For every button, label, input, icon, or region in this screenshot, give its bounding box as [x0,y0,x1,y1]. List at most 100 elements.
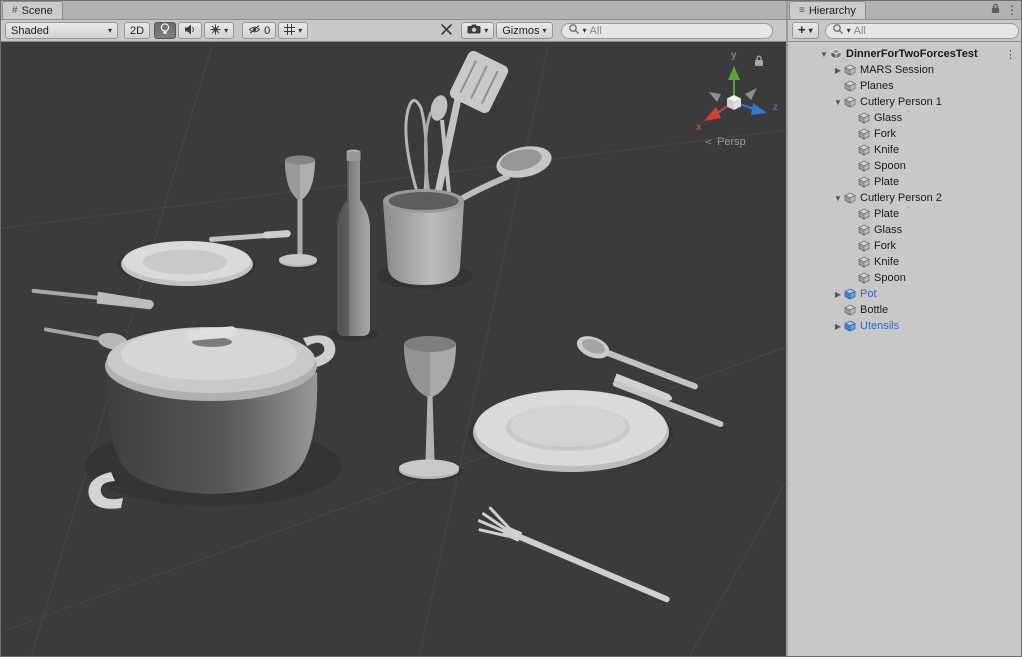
gameobject-cube-icon [844,80,857,92]
gameobject-cube-icon [844,96,857,108]
hierarchy-search-input[interactable] [854,25,1012,37]
2d-label: 2D [130,25,144,37]
hidden-count: 0 [264,25,270,37]
scene-audio-toggle[interactable] [178,22,202,39]
search-filter-arrow-icon: ▾ [847,27,851,35]
gizmos-label: Gizmos [502,25,539,37]
unity-editor-window: # Scene Shaded ▾ 2D ▾ [0,0,1022,657]
eye-hidden-icon [248,24,261,38]
search-filter-arrow-icon: ▾ [583,27,587,35]
hierarchy-item-label: Pot [860,288,877,300]
hierarchy-item-label: Planes [860,80,894,92]
hierarchy-item-label: MARS Session [860,64,934,76]
editor-tools-button[interactable] [434,22,459,39]
draw-mode-dropdown[interactable]: Shaded ▾ [5,22,118,39]
hierarchy-row[interactable]: ▼ DinnerForTwoForcesTest ⋮ [788,46,1022,62]
hierarchy-row[interactable]: ▼Cutlery Person 2 [788,190,1022,206]
grid-visibility-dropdown[interactable]: ▾ [278,22,308,39]
hierarchy-row[interactable]: Spoon [788,270,1022,286]
foldout-expanded-icon[interactable]: ▼ [818,50,830,59]
hierarchy-panel: ≡ Hierarchy ⋮ + ▾ ▾ ▼ DinnerForTwoForcesT… [786,1,1022,657]
hierarchy-row[interactable]: Fork [788,238,1022,254]
hierarchy-item-label: Knife [874,256,899,268]
foldout-collapsed-icon[interactable]: ▶ [832,66,844,75]
hierarchy-row[interactable]: ▶ MARS Session [788,62,1022,78]
gizmos-dropdown[interactable]: Gizmos ▾ [496,22,552,39]
hierarchy-item-label: Plate [874,208,899,220]
gameobject-cube-icon [858,144,871,156]
chevron-down-icon: ▾ [108,27,112,35]
scene-tabbar: # Scene [1,1,786,20]
scene-cube-icon [830,48,843,60]
hierarchy-item-label: Plate [874,176,899,188]
gameobject-cube-icon [858,208,871,220]
hierarchy-row[interactable]: Planes [788,78,1022,94]
chevron-down-icon: ▾ [224,27,228,35]
panel-lock-icon[interactable] [991,3,1000,17]
scene-camera-dropdown[interactable]: ▾ [461,22,494,39]
projection-label: Persp [717,136,746,148]
scene-tab-label: Scene [22,5,53,17]
gameobject-cube-icon [858,112,871,124]
hierarchy-item-label: DinnerForTwoForcesTest [846,48,978,60]
axis-x-label: x [696,122,702,133]
tab-scene[interactable]: # Scene [2,1,63,19]
scene-lighting-toggle[interactable] [154,22,176,39]
hierarchy-row[interactable]: Spoon [788,158,1022,174]
viewport-lock-icon[interactable] [754,55,764,70]
scene-menu-dots-icon[interactable]: ⋮ [1005,48,1016,61]
scene-search-input[interactable] [590,25,766,37]
hierarchy-item-label: Glass [874,224,902,236]
effects-icon [210,24,221,38]
hierarchy-item-label: Spoon [874,272,906,284]
hierarchy-row[interactable]: ▶Utensils [788,318,1022,334]
hierarchy-row[interactable]: ▶ Pot [788,286,1022,302]
projection-mode-toggle[interactable]: < Persp [705,135,746,149]
gameobject-cube-icon [844,304,857,316]
scene-search-field[interactable]: ▾ [561,23,773,39]
prefab-cube-icon [844,320,857,332]
hidden-objects-button[interactable]: 0 [242,22,276,39]
hierarchy-row[interactable]: Fork [788,126,1022,142]
gameobject-cube-icon [844,64,857,76]
foldout-collapsed-icon[interactable]: ▶ [832,322,844,331]
hierarchy-row[interactable]: Bottle [788,302,1022,318]
gameobject-cube-icon [858,240,871,252]
2d-toggle-button[interactable]: 2D [124,22,150,39]
hierarchy-item-label: Fork [874,240,896,252]
hierarchy-row[interactable]: Plate [788,206,1022,222]
foldout-expanded-icon[interactable]: ▼ [832,98,844,107]
panel-menu-dots-icon[interactable]: ⋮ [1006,4,1018,16]
axis-z-label: z [773,102,778,113]
hierarchy-tab-icon: ≡ [799,5,805,16]
hierarchy-search-field[interactable]: ▾ [825,23,1019,39]
chevron-down-icon: ▾ [484,27,488,35]
gameobject-cube-icon [858,224,871,236]
hierarchy-tabbar: ≡ Hierarchy ⋮ [788,1,1022,20]
gameobject-cube-icon [858,272,871,284]
gameobject-cube-icon [858,256,871,268]
foldout-expanded-icon[interactable]: ▼ [832,194,844,203]
hierarchy-row[interactable]: Knife [788,142,1022,158]
hierarchy-row[interactable]: ▼ Cutlery Person 1 [788,94,1022,110]
add-object-button[interactable]: + ▾ [792,22,819,39]
tab-hierarchy[interactable]: ≡ Hierarchy [789,1,866,19]
projection-icon: < [705,136,712,147]
foldout-collapsed-icon[interactable]: ▶ [832,290,844,299]
scene-effects-dropdown[interactable]: ▾ [204,22,234,39]
hierarchy-row[interactable]: Glass [788,110,1022,126]
prefab-cube-icon [844,288,857,300]
hierarchy-row[interactable]: Plate [788,174,1022,190]
hierarchy-row[interactable]: Glass [788,222,1022,238]
plate-front-3d[interactable] [473,390,669,472]
chevron-down-icon: ▾ [298,27,302,35]
tools-icon [440,23,453,39]
hierarchy-row[interactable]: Knife [788,254,1022,270]
hierarchy-item-label: Spoon [874,160,906,172]
scene-viewport[interactable]: y z x < Persp [1,42,786,657]
gameobject-cube-icon [844,192,857,204]
scene-3d-render [1,42,786,657]
hierarchy-item-label: Cutlery Person 1 [860,96,942,108]
chevron-down-icon: ▾ [543,27,547,35]
scene-panel: # Scene Shaded ▾ 2D ▾ [1,1,786,657]
